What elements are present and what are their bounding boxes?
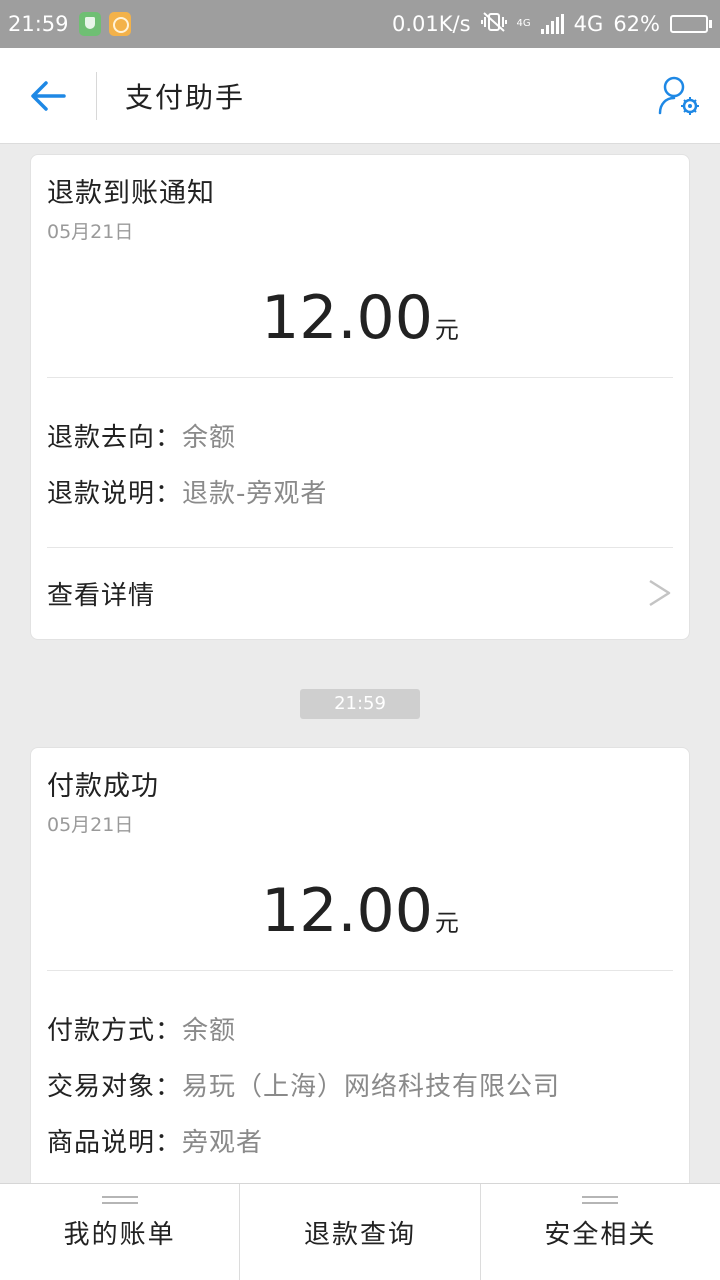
info-row: 商品说明： 旁观者 [47, 1122, 263, 1159]
card-title: 退款到账通知 [47, 178, 215, 209]
card-divider [47, 377, 673, 378]
view-details-label: 查看详情 [47, 580, 156, 611]
page-title: 支付助手 [125, 80, 246, 114]
title-bar: 支付助手 [0, 48, 720, 144]
chevron-right-icon [649, 579, 671, 607]
row-value: 余额 [182, 423, 237, 453]
amount-value: 12.00 [261, 876, 433, 946]
back-button[interactable] [0, 48, 96, 144]
nav-label: 安全相关 [544, 1219, 657, 1250]
amount-unit: 元 [434, 316, 459, 344]
battery-percent: 62% [613, 12, 660, 36]
time-separator: 21:59 [300, 689, 420, 719]
app-notification-icon [108, 12, 131, 36]
amount-unit: 元 [434, 909, 459, 937]
title-divider [96, 71, 97, 120]
card-date: 05月21日 [47, 221, 134, 243]
view-details-link[interactable]: 查看详情 [47, 548, 673, 638]
row-value: 旁观者 [182, 1128, 264, 1158]
card-amount: 12.00元 [31, 283, 689, 353]
status-time: 21:59 [8, 12, 69, 36]
nav-my-bills[interactable]: 我的账单 [0, 1184, 239, 1280]
card-date: 05月21日 [47, 814, 134, 836]
status-bar: 21:59 0.01K/s 4G 4G 62% [0, 0, 720, 48]
user-settings-icon [658, 76, 699, 115]
card-amount: 12.00元 [31, 876, 689, 946]
network-type: 4G [573, 12, 604, 36]
card-title: 付款成功 [47, 771, 159, 802]
signal-icon [540, 14, 564, 34]
nav-label: 我的账单 [63, 1219, 176, 1250]
row-value: 易玩（上海）网络科技有限公司 [182, 1072, 561, 1102]
row-label: 交易对象： [47, 1072, 183, 1102]
menu-icon [101, 1196, 138, 1206]
mini-4g-label: 4G [516, 18, 531, 29]
message-list[interactable]: 退款到账通知 05月21日 12.00元 退款去向： 余额 退款说明： 退款-旁… [0, 144, 720, 1184]
status-right-group: 0.01K/s 4G 4G 62% [392, 11, 712, 38]
vibrate-mute-icon [480, 11, 507, 38]
info-row: 交易对象： 易玩（上海）网络科技有限公司 [47, 1066, 560, 1103]
battery-icon [670, 15, 712, 33]
menu-icon [582, 1196, 619, 1206]
info-row: 退款去向： 余额 [47, 417, 236, 454]
row-label: 付款方式： [47, 1016, 183, 1046]
info-row: 退款说明： 退款-旁观者 [47, 473, 327, 510]
row-label: 商品说明： [47, 1128, 183, 1158]
card-divider [47, 970, 673, 971]
row-label: 退款说明： [47, 479, 183, 509]
bottom-nav: 我的账单 退款查询 安全相关 [0, 1183, 720, 1280]
row-value: 退款-旁观者 [182, 479, 328, 509]
info-row: 付款方式： 余额 [47, 1010, 236, 1047]
refund-notice-card[interactable]: 退款到账通知 05月21日 12.00元 退款去向： 余额 退款说明： 退款-旁… [30, 154, 690, 640]
payment-success-card[interactable]: 付款成功 05月21日 12.00元 付款方式： 余额 交易对象： 易玩（上海）… [30, 747, 690, 1184]
row-label: 退款去向： [47, 423, 183, 453]
network-speed: 0.01K/s [392, 12, 471, 36]
security-shield-icon [78, 12, 101, 36]
row-value: 余额 [182, 1016, 237, 1046]
amount-value: 12.00 [261, 283, 433, 353]
nav-security[interactable]: 安全相关 [479, 1184, 720, 1280]
back-arrow-icon [31, 80, 66, 111]
nav-label: 退款查询 [303, 1219, 416, 1250]
user-settings-button[interactable] [640, 48, 720, 144]
nav-refund-query[interactable]: 退款查询 [239, 1184, 479, 1280]
